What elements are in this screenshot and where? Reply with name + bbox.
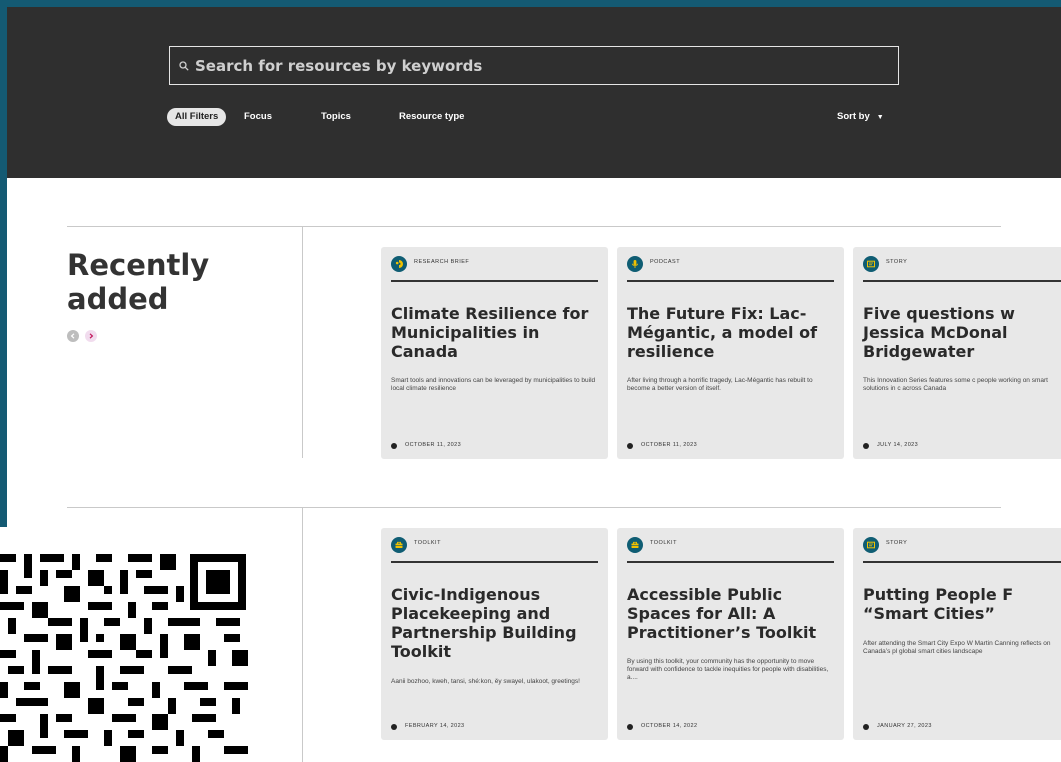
card-type: Toolkit xyxy=(650,540,677,546)
qr-code xyxy=(0,527,255,762)
podcast-icon xyxy=(627,256,643,272)
filter-focus-tab[interactable]: Focus xyxy=(244,108,272,126)
card-title[interactable]: Putting People F “Smart Cities” xyxy=(863,585,1061,623)
filter-all-tab[interactable]: All Filters xyxy=(167,108,227,126)
card-date: October 11, 2023 xyxy=(405,442,462,448)
story-icon xyxy=(863,256,879,272)
section-title: Recently added xyxy=(67,248,210,316)
carousel-next-button[interactable] xyxy=(85,330,97,342)
sort-by-label: Sort by xyxy=(837,111,870,122)
resource-card[interactable]: Toolkit Civic-Indigenous Placekeeping an… xyxy=(381,528,608,740)
arrow-left-icon xyxy=(70,333,75,339)
card-title[interactable]: Accessible Public Spaces for All: A Prac… xyxy=(627,585,841,642)
story-icon xyxy=(863,537,879,553)
card-title[interactable]: The Future Fix: Lac-Mégantic, a model of… xyxy=(627,304,841,361)
card-description: By using this toolkit, your community ha… xyxy=(627,658,829,681)
card-title[interactable]: Climate Resilience for Municipalities in… xyxy=(391,304,605,361)
card-divider xyxy=(627,561,834,563)
card-date: February 14, 2023 xyxy=(405,723,465,729)
card-date: January 27, 2023 xyxy=(877,723,932,729)
card-description: Aanii bozhoo, kweh, tansi, shé:kon, ěy s… xyxy=(391,678,580,685)
card-description: After attending the Smart City Expo W Ma… xyxy=(863,640,1051,655)
date-bullet xyxy=(627,443,633,449)
card-divider xyxy=(391,280,598,282)
card-type: Podcast xyxy=(650,259,681,265)
filter-resource-type-tab[interactable]: Resource type xyxy=(399,108,464,126)
card-description: After living through a horrific tragedy,… xyxy=(627,377,813,392)
card-title[interactable]: Civic-Indigenous Placekeeping and Partne… xyxy=(391,585,605,661)
date-bullet xyxy=(627,724,633,730)
arrow-right-icon xyxy=(89,333,94,339)
search-box[interactable] xyxy=(169,46,899,85)
card-date: October 14, 2022 xyxy=(641,723,698,729)
date-bullet xyxy=(863,724,869,730)
caret-down-icon: ▼ xyxy=(876,114,884,121)
carousel-prev-button[interactable] xyxy=(67,330,79,342)
card-title[interactable]: Five questions w Jessica McDonal Bridgew… xyxy=(863,304,1061,361)
date-bullet xyxy=(863,443,869,449)
research-brief-icon xyxy=(391,256,407,272)
card-divider xyxy=(863,280,1061,282)
card-divider xyxy=(391,561,598,563)
card-type: Story xyxy=(886,259,908,265)
search-input[interactable] xyxy=(189,55,898,76)
resource-card[interactable]: Story Five questions w Jessica McDonal B… xyxy=(853,247,1061,459)
card-description: Smart tools and innovations can be lever… xyxy=(391,377,596,392)
card-date: July 14, 2023 xyxy=(877,442,919,448)
toolkit-icon xyxy=(627,537,643,553)
card-date: October 11, 2023 xyxy=(641,442,698,448)
card-divider xyxy=(627,280,834,282)
section-divider xyxy=(67,507,1001,508)
resource-card[interactable]: Research Brief Climate Resilience for Mu… xyxy=(381,247,608,459)
resource-card[interactable]: Toolkit Accessible Public Spaces for All… xyxy=(617,528,844,740)
resource-card[interactable]: Story Putting People F “Smart Cities” Af… xyxy=(853,528,1061,740)
sort-by-dropdown[interactable]: Sort by ▼ xyxy=(837,108,884,126)
column-divider xyxy=(302,507,303,762)
column-divider xyxy=(302,226,303,458)
date-bullet xyxy=(391,724,397,730)
card-type: Toolkit xyxy=(414,540,441,546)
filter-bar: All Filters Focus Topics Resource type S… xyxy=(7,7,1061,178)
card-type: Story xyxy=(886,540,908,546)
card-divider xyxy=(863,561,1061,563)
date-bullet xyxy=(391,443,397,449)
section-divider xyxy=(67,226,1001,227)
toolkit-icon xyxy=(391,537,407,553)
card-type: Research Brief xyxy=(414,259,470,265)
search-icon xyxy=(179,60,189,71)
resource-card[interactable]: Podcast The Future Fix: Lac-Mégantic, a … xyxy=(617,247,844,459)
card-description: This Innovation Series features some c p… xyxy=(863,377,1048,392)
filter-topics-tab[interactable]: Topics xyxy=(321,108,351,126)
